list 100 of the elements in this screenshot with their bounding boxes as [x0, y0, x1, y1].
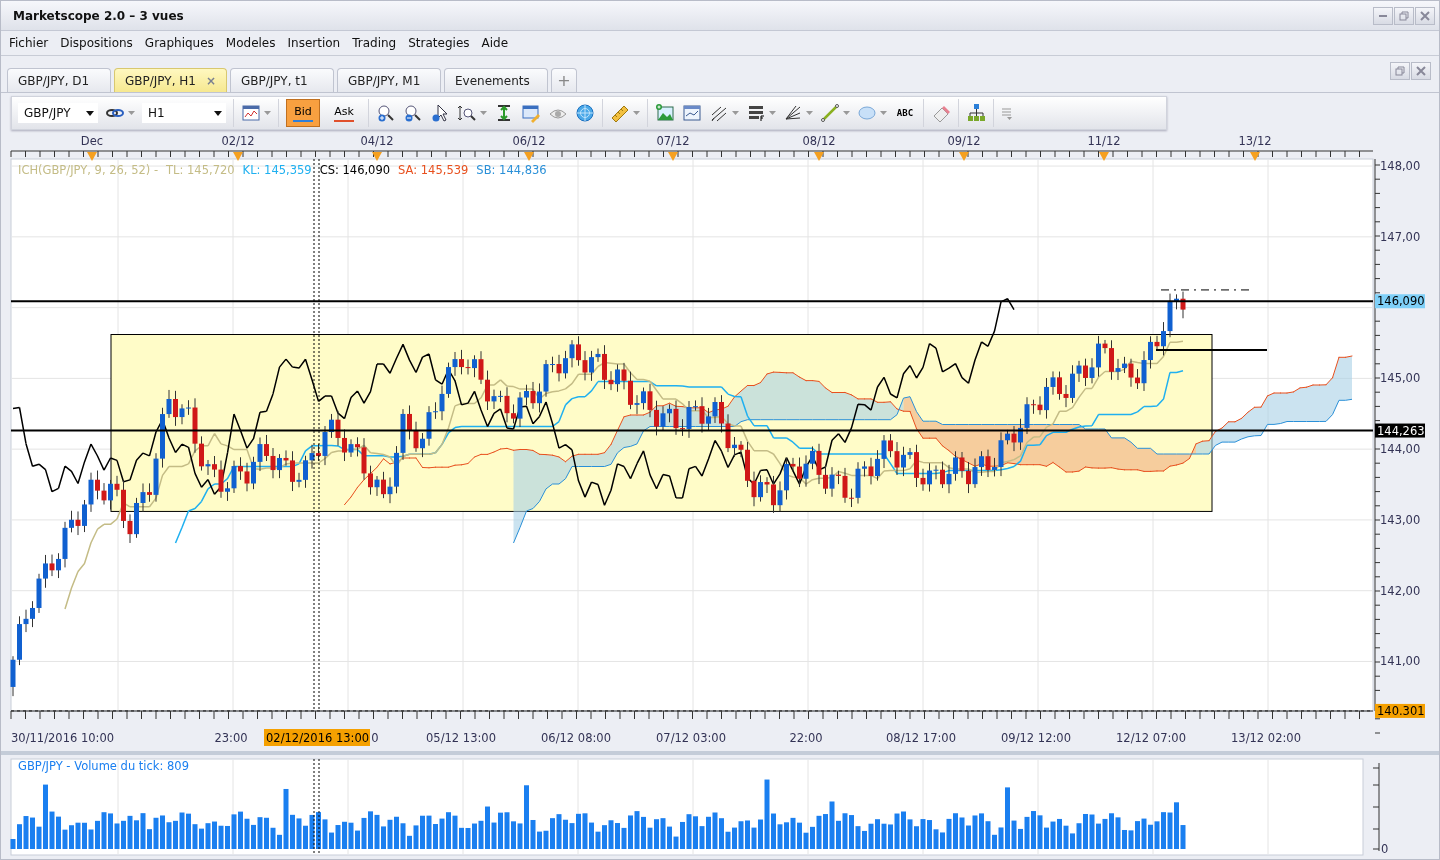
- price-side-button[interactable]: Bid: [286, 99, 320, 127]
- price-tag: 146,090: [1375, 294, 1425, 309]
- close-icon: [1416, 66, 1426, 76]
- close-icon: [1420, 10, 1430, 21]
- restore-button[interactable]: [1394, 6, 1414, 25]
- eraser-icon[interactable]: [931, 103, 951, 123]
- date-label: 06/12: [512, 134, 546, 148]
- minimize-button[interactable]: [1373, 6, 1393, 25]
- line-icon[interactable]: [820, 103, 840, 123]
- legend-text: ICH(GBP/JPY, 9, 26, 52) -: [18, 163, 159, 177]
- chart-tab[interactable]: GBP/JPY, t1: [230, 68, 334, 92]
- restore-button[interactable]: [1390, 62, 1410, 80]
- overflow-icon[interactable]: [1001, 106, 1013, 120]
- caret-icon[interactable]: [843, 111, 850, 115]
- window-icon[interactable]: [682, 103, 702, 123]
- close-button[interactable]: [1411, 62, 1431, 80]
- event-marker-icon[interactable]: [1250, 152, 1260, 161]
- event-marker-icon[interactable]: [524, 152, 534, 161]
- timeframe-dropdown[interactable]: H1: [142, 103, 226, 123]
- price-side-button[interactable]: Ask: [327, 99, 361, 127]
- date-label: 13/12: [1238, 134, 1272, 148]
- caret-icon[interactable]: [880, 111, 887, 115]
- image-icon[interactable]: [655, 103, 675, 123]
- date-label: 11/12: [1087, 134, 1121, 148]
- time-label: 13/12 02:00: [1231, 731, 1301, 745]
- menu-item[interactable]: Trading: [346, 34, 403, 52]
- caret-icon[interactable]: [732, 111, 739, 115]
- chart-type-icon[interactable]: [241, 103, 261, 123]
- legend-value: SA: 145,539: [398, 163, 469, 177]
- chart-tab[interactable]: GBP/JPY, H1 ×: [114, 68, 227, 92]
- window-title: Marketscope 2.0 – 3 vues: [13, 8, 184, 23]
- event-marker-icon[interactable]: [1099, 152, 1109, 161]
- event-marker-icon[interactable]: [668, 152, 678, 161]
- zoom-out-icon[interactable]: [403, 103, 423, 123]
- legend-value: CS: 146,090: [319, 163, 391, 177]
- restore-icon: [1399, 10, 1409, 21]
- menu-item[interactable]: Strategies: [402, 34, 476, 52]
- projection-line[interactable]: [1160, 289, 1250, 291]
- caret-icon: [86, 110, 94, 116]
- chart-tab[interactable]: GBP/JPY, M1: [337, 68, 441, 92]
- price-label: 148,00: [1380, 159, 1421, 174]
- menu-item[interactable]: Modeles: [219, 34, 282, 52]
- price-label: 142,00: [1380, 583, 1421, 598]
- fan-icon[interactable]: [783, 103, 803, 123]
- caret-icon[interactable]: [806, 111, 813, 115]
- menu-item[interactable]: Insertion: [281, 34, 347, 52]
- cursor-icon[interactable]: [430, 103, 450, 123]
- ruler-icon[interactable]: [610, 103, 630, 123]
- chart-tab[interactable]: Evenements: [444, 68, 548, 92]
- globe-icon[interactable]: [575, 103, 595, 123]
- caret-icon[interactable]: [264, 111, 271, 115]
- menu-item[interactable]: Aide: [475, 34, 515, 52]
- ellipse-icon[interactable]: [857, 103, 877, 123]
- date-label: 04/12: [360, 134, 394, 148]
- zoom-in-icon[interactable]: [376, 103, 396, 123]
- date-label: 02/12: [221, 134, 255, 148]
- close-button[interactable]: [1415, 6, 1435, 25]
- caret-icon[interactable]: [633, 111, 640, 115]
- symbol-dropdown[interactable]: GBP/JPY: [18, 103, 98, 123]
- date-label: 07/12: [656, 134, 690, 148]
- price-line[interactable]: [1155, 349, 1268, 352]
- text-tool-button[interactable]: ABC: [894, 108, 916, 118]
- restore-icon: [1395, 66, 1405, 76]
- price-tag: 140.301: [1375, 703, 1425, 718]
- price-label: 145,00: [1380, 371, 1421, 386]
- time-label: 30/11/2016 10:00: [11, 731, 115, 745]
- event-marker-icon[interactable]: [233, 152, 243, 161]
- time-label: 12/12 07:00: [1116, 731, 1186, 745]
- menu-item[interactable]: Fichier: [3, 34, 55, 52]
- volume-legend: GBP/JPY - Volume du tick: 809: [18, 759, 189, 773]
- time-label: 22:00: [789, 731, 823, 745]
- time-label: 0: [371, 731, 379, 745]
- caret-icon[interactable]: [769, 111, 776, 115]
- date-label: 09/12: [947, 134, 981, 148]
- event-marker-icon[interactable]: [372, 152, 382, 161]
- event-marker-icon[interactable]: [959, 152, 969, 161]
- menu-item[interactable]: Dispositions: [54, 34, 139, 52]
- caret-icon: [214, 110, 222, 116]
- price-label: 144,00: [1380, 442, 1421, 457]
- caret-icon[interactable]: [128, 111, 135, 115]
- caret-icon[interactable]: [480, 111, 487, 115]
- event-marker-icon[interactable]: [814, 152, 824, 161]
- properties-icon[interactable]: [521, 103, 541, 123]
- price-tag: 144,263: [1375, 423, 1425, 438]
- legend-value: TL: 145,720: [166, 163, 235, 177]
- levels-icon[interactable]: [746, 103, 766, 123]
- hierarchy-icon[interactable]: [966, 103, 986, 123]
- zoom-fit-icon[interactable]: [457, 103, 477, 123]
- legend-value: KL: 145,359: [242, 163, 312, 177]
- time-label: 09/12 12:00: [1001, 731, 1071, 745]
- time-label: 23:00: [214, 731, 248, 745]
- date-label: Dec: [80, 134, 104, 148]
- legend-value: SB: 144,836: [476, 163, 547, 177]
- time-label: 06/12 08:00: [541, 731, 611, 745]
- menu-item[interactable]: Graphiques: [138, 34, 220, 52]
- chart-tab[interactable]: GBP/JPY, D1: [7, 68, 111, 92]
- event-marker-icon[interactable]: [87, 152, 97, 161]
- date-label: 08/12: [802, 134, 836, 148]
- price-label: 147,00: [1380, 229, 1421, 244]
- price-line[interactable]: [10, 300, 1374, 303]
